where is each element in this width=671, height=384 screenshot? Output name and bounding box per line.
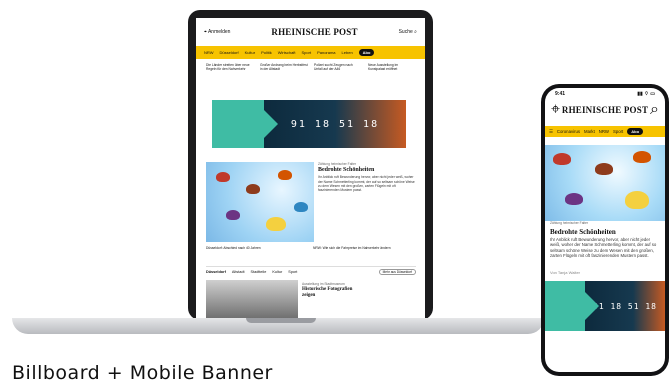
nav-item[interactable]: Leben [342, 50, 353, 55]
butterfly-image [206, 162, 314, 242]
desktop-nav: NRW Düsseldorf Kultur Politik Wirtschaft… [196, 46, 425, 59]
wifi-icon: ⌔ [644, 91, 649, 97]
nav-item[interactable]: Wirtschaft [278, 50, 296, 55]
location-icon[interactable]: ⌖ [551, 101, 560, 119]
search-link[interactable]: Suche ⌕ [399, 29, 417, 35]
nav-item[interactable]: NRW [204, 50, 213, 55]
caption-link[interactable]: NRW: Wie sich die Fahrpreise im Nahverke… [313, 246, 416, 250]
lead-article[interactable]: Zählung heimischer Falter Bedrohte Schön… [206, 162, 416, 242]
status-time: 9:41 [555, 91, 566, 97]
nav-item[interactable]: Coronavirus [557, 129, 580, 134]
mobile-nav: ☰ Coronavirus Markt NRW Sport Abo [545, 126, 665, 137]
butterfly-image[interactable] [545, 145, 665, 221]
teaser-link[interactable]: Die Länder streiten über neue Regeln für… [206, 63, 254, 71]
butterfly [553, 153, 571, 165]
mobile-banner-ad[interactable]: 91 18 51 18 [545, 281, 665, 331]
abo-button[interactable]: Abo [358, 49, 375, 56]
article-kicker: Zählung heimischer Falter [318, 162, 357, 166]
article-kicker: Zählung heimischer Falter [550, 221, 589, 225]
caption-label: Billboard + Mobile Banner [12, 362, 273, 384]
photo-title: Historische Fotografien zeigen [302, 286, 353, 298]
butterfly [294, 202, 308, 212]
butterfly [595, 163, 613, 175]
section-tab[interactable]: Altstadt [232, 270, 245, 274]
butterfly [565, 193, 583, 205]
article-headline[interactable]: Bedrohte Schönheiten [318, 167, 416, 174]
location-icon: ⌖ [204, 29, 207, 35]
search-icon: ⌕ [414, 29, 417, 35]
countdown-display: 91 18 51 18 [264, 100, 406, 148]
article-headline: Bedrohte Schönheiten [550, 227, 616, 236]
news-photo[interactable] [206, 280, 298, 320]
butterfly [226, 210, 240, 220]
nav-item[interactable]: NRW [599, 129, 609, 134]
search-icon[interactable]: ⌕ [650, 101, 659, 119]
laptop-notch [246, 318, 316, 323]
nav-item[interactable]: Kultur [245, 50, 255, 55]
brand-logo[interactable]: RHEINISCHE POST [562, 105, 648, 115]
nav-item[interactable]: Markt [584, 129, 595, 134]
teaser-row: Die Länder streiten über neue Regeln für… [206, 63, 416, 71]
laptop-screen: ⌖ Anmelden RHEINISCHE POST Suche ⌕ NRW D… [196, 18, 425, 320]
section-bar: Düsseldorf Altstadt Stadtteile Kultur Sp… [206, 266, 416, 277]
photo-caption[interactable]: Ausstellung im Stadtmuseum Historische F… [302, 282, 362, 299]
article-body: Ihr Anblick ruft Bewunderung hervor, abe… [550, 236, 657, 259]
nav-item[interactable]: Sport [613, 129, 623, 134]
caption-row: Düsseldorf: Abschied nach 40 Jahren NRW:… [206, 246, 416, 250]
section-tab[interactable]: Kultur [272, 270, 282, 274]
mobile-header: ⌖ RHEINISCHE POST ⌕ [545, 101, 665, 119]
status-bar: 9:41 ▮▮ ⌔ ▭ [545, 88, 665, 100]
article-author: Von Tanja Walter [550, 270, 581, 275]
battery-icon: ▭ [650, 91, 655, 97]
butterfly [266, 217, 286, 231]
section-tab[interactable]: Stadtteile [251, 270, 267, 274]
article-body: Ihr Anblick ruft Bewunderung hervor, abe… [318, 175, 415, 193]
nav-item[interactable]: Sport [302, 50, 312, 55]
nav-item[interactable]: Düsseldorf [219, 50, 238, 55]
more-button[interactable]: Mehr aus Düsseldorf [378, 269, 416, 275]
butterfly [633, 151, 651, 163]
status-icons: ▮▮ ⌔ ▭ [637, 91, 655, 97]
banner-arrow [264, 110, 278, 138]
teaser-link[interactable]: Neue Ausstellung im Kunstpalast eröffnet [368, 63, 416, 71]
butterfly [625, 191, 649, 209]
brand-logo[interactable]: RHEINISCHE POST [271, 27, 357, 37]
billboard-ad[interactable]: 91 18 51 18 [212, 100, 406, 148]
banner-arrow [585, 292, 599, 320]
abo-button[interactable]: Abo [627, 128, 644, 135]
desktop-header: ⌖ Anmelden RHEINISCHE POST Suche ⌕ [196, 18, 425, 46]
phone-screen: 9:41 ▮▮ ⌔ ▭ ⌖ RHEINISCHE POST ⌕ ☰ Corona… [545, 88, 665, 372]
login-link[interactable]: ⌖ Anmelden [204, 29, 230, 35]
banner-teal-panel [545, 281, 599, 331]
nav-item[interactable]: Panorama [317, 50, 335, 55]
signal-icon: ▮▮ [637, 91, 643, 97]
banner-teal-panel [212, 100, 278, 148]
teaser-link[interactable]: Großer Andrang beim Herbstfest in der Al… [260, 63, 308, 71]
article-text: Zählung heimischer Falter Bedrohte Schön… [318, 162, 416, 192]
nav-item[interactable]: Politik [261, 50, 272, 55]
section-title[interactable]: Düsseldorf [206, 270, 226, 274]
menu-icon[interactable]: ☰ [549, 129, 553, 135]
butterfly [216, 172, 230, 182]
section-tab[interactable]: Sport [288, 270, 297, 274]
mobile-article[interactable]: Zählung heimischer Falter Bedrohte Schön… [550, 221, 660, 259]
butterfly [246, 184, 260, 194]
teaser-link[interactable]: Polizei sucht Zeugen nach Unfall auf der… [314, 63, 362, 71]
butterfly [278, 170, 292, 180]
caption-link[interactable]: Düsseldorf: Abschied nach 40 Jahren [206, 246, 309, 250]
